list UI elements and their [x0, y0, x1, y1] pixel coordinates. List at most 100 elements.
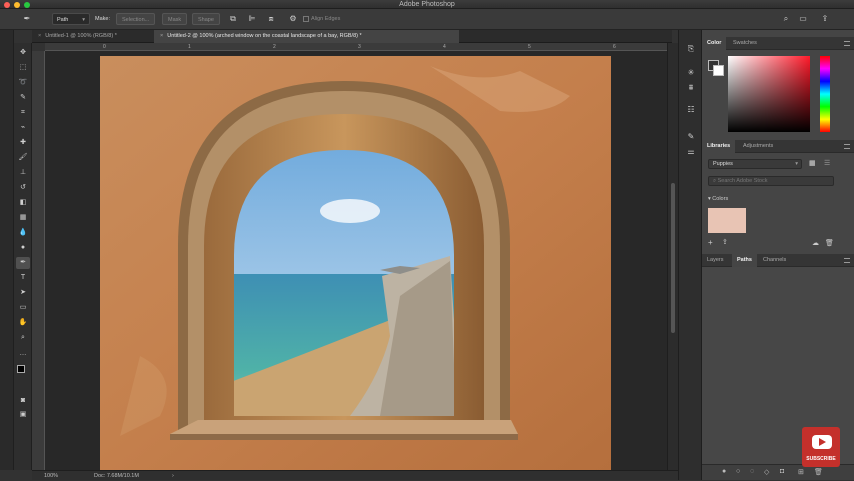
path-operations-icon[interactable]: ⧉: [226, 12, 240, 26]
search-icon[interactable]: ⌕: [779, 12, 793, 26]
eraser-tool-icon[interactable]: ◧: [16, 197, 30, 209]
colors-group-label: Colors: [712, 196, 729, 202]
app-title: Adobe Photoshop: [399, 1, 455, 8]
youtube-subscribe-badge[interactable]: SUBSCRIBE: [802, 427, 840, 467]
libraries-panel-tabs: Libraries Adjustments: [702, 140, 854, 153]
type-tool-icon[interactable]: T: [16, 272, 30, 284]
workspace-icon[interactable]: ▭: [796, 12, 810, 26]
cloud-icon[interactable]: ☁: [812, 239, 819, 247]
trash-icon[interactable]: 🗑: [825, 239, 834, 247]
gear-icon[interactable]: ⚙: [286, 12, 300, 26]
crop-tool-icon[interactable]: ⌗: [16, 107, 30, 119]
list-view-icon[interactable]: ☰: [824, 160, 832, 168]
delete-path-icon[interactable]: 🗑: [814, 468, 823, 476]
horizontal-ruler: 0 1 2 3 4 5 6: [45, 43, 667, 51]
close-tab-icon[interactable]: ×: [38, 33, 41, 39]
upload-icon[interactable]: ⇪: [722, 238, 728, 246]
bg-color-swatch[interactable]: [713, 65, 724, 76]
fill-path-icon[interactable]: ●: [722, 468, 726, 475]
marquee-tool-icon[interactable]: ⬚: [16, 62, 30, 74]
stroke-path-icon[interactable]: ○: [736, 468, 740, 475]
brush-presets-icon[interactable]: ⩩: [684, 82, 698, 94]
make-label: Make:: [95, 16, 110, 22]
share-icon[interactable]: ⇪: [818, 12, 832, 26]
align-edges-checkbox[interactable]: Align Edges: [303, 13, 340, 25]
title-bar: Adobe Photoshop: [0, 0, 854, 9]
scroll-thumb[interactable]: [671, 183, 675, 333]
color-field[interactable]: [728, 56, 810, 132]
tab-channels[interactable]: Channels: [758, 254, 791, 267]
clone-stamp-tool-icon[interactable]: ⊥: [16, 167, 30, 179]
tab-layers[interactable]: Layers: [702, 254, 729, 267]
history-icon[interactable]: ⎘: [684, 43, 698, 55]
move-tool-icon[interactable]: ✥: [16, 47, 30, 59]
screen-mode-icon[interactable]: ▣: [16, 409, 30, 421]
tab-paths[interactable]: Paths: [732, 254, 757, 267]
load-selection-icon[interactable]: ◌: [750, 468, 754, 475]
make-selection-button[interactable]: Selection...: [116, 13, 156, 25]
right-panels: Color Swatches Libraries Adjustments Pup…: [702, 30, 854, 480]
library-select[interactable]: Puppies ▾: [708, 159, 802, 169]
subscribe-label: SUBSCRIBE: [806, 456, 836, 462]
path-mode-dropdown[interactable]: Path ▾: [52, 13, 90, 25]
document-image[interactable]: [100, 56, 611, 470]
add-content-icon[interactable]: +: [708, 238, 713, 247]
path-selection-tool-icon[interactable]: ➤: [16, 287, 30, 299]
brush-settings-icon[interactable]: ✎: [684, 131, 698, 143]
pen-tool-preset-icon[interactable]: ✒: [20, 12, 34, 26]
grid-view-icon[interactable]: ▦: [809, 160, 817, 168]
tools-panel: ✥ ⬚ ➰ ✎ ⌗ ⌁ ✚ 🖌 ⊥ ↺ ◧ ▦ 💧 ● ✒ T ➤ ▭ ✋ ⌕ …: [14, 43, 32, 470]
left-edge-strip: [0, 30, 14, 470]
blur-tool-icon[interactable]: 💧: [16, 227, 30, 239]
foreground-color-swatch[interactable]: [17, 365, 25, 373]
adjustments-sliders-icon[interactable]: ⚌: [684, 146, 698, 158]
quick-mask-icon[interactable]: ◙: [16, 395, 30, 407]
tab-color[interactable]: Color: [702, 37, 727, 50]
tab-untitled-2[interactable]: × Untitled-2 @ 100% (arched window on the…: [154, 30, 459, 43]
hand-tool-icon[interactable]: ✋: [16, 317, 30, 329]
search-placeholder: Search Adobe Stock: [717, 178, 768, 184]
tab-untitled-1[interactable]: × Untitled-1 @ 100% (RGB/8) *: [32, 30, 154, 43]
properties-icon[interactable]: ✳: [684, 67, 698, 79]
healing-brush-tool-icon[interactable]: ✚: [16, 137, 30, 149]
eyedropper-tool-icon[interactable]: ⌁: [16, 122, 30, 134]
panel-menu-icon[interactable]: [844, 258, 850, 263]
brush-tool-icon[interactable]: 🖌: [16, 152, 30, 164]
path-alignment-icon[interactable]: ⊫: [245, 12, 259, 26]
colors-group-header[interactable]: ▾ Colors: [708, 196, 728, 202]
zoom-tool-icon[interactable]: ⌕: [16, 332, 30, 344]
close-tab-icon[interactable]: ×: [160, 33, 163, 39]
tab-adjustments[interactable]: Adjustments: [738, 140, 778, 153]
new-path-icon[interactable]: ⊞: [798, 468, 804, 476]
document-tabs: × Untitled-1 @ 100% (RGB/8) * × Untitled-2…: [32, 30, 672, 43]
make-mask-button[interactable]: Mask: [162, 13, 188, 25]
path-arrangement-icon[interactable]: ⧈: [264, 12, 278, 26]
ruler-tick-label: 6: [613, 44, 616, 50]
make-work-path-icon[interactable]: ◇: [764, 468, 769, 476]
gradient-tool-icon[interactable]: ▦: [16, 212, 30, 224]
hue-slider[interactable]: [820, 56, 830, 132]
history-brush-tool-icon[interactable]: ↺: [16, 182, 30, 194]
panel-menu-icon[interactable]: [844, 41, 850, 46]
stock-search-input[interactable]: ⌕ Search Adobe Stock: [708, 176, 834, 186]
quick-selection-tool-icon[interactable]: ✎: [16, 92, 30, 104]
vertical-scrollbar[interactable]: [667, 43, 678, 470]
tab-swatches[interactable]: Swatches: [728, 37, 762, 50]
ruler-tick-label: 5: [528, 44, 531, 50]
library-color-swatch[interactable]: [708, 208, 746, 233]
ruler-tick-label: 0: [103, 44, 106, 50]
add-mask-icon[interactable]: ◘: [780, 468, 784, 475]
arched-window-image: [100, 56, 611, 470]
more-tools-icon[interactable]: …: [16, 348, 30, 360]
dodge-tool-icon[interactable]: ●: [16, 242, 30, 254]
panel-menu-icon[interactable]: [844, 144, 850, 149]
lasso-tool-icon[interactable]: ➰: [16, 77, 30, 89]
tab-libraries[interactable]: Libraries: [702, 140, 736, 153]
status-bar: 100% Doc: 7.68M/10.1M ›: [32, 470, 678, 480]
make-shape-button[interactable]: Shape: [192, 13, 220, 25]
rectangle-tool-icon[interactable]: ▭: [16, 302, 30, 314]
play-icon: [819, 438, 826, 446]
vertical-ruler: [32, 51, 45, 471]
styles-icon[interactable]: ☷: [684, 104, 698, 116]
pen-tool-icon[interactable]: ✒: [16, 257, 30, 269]
